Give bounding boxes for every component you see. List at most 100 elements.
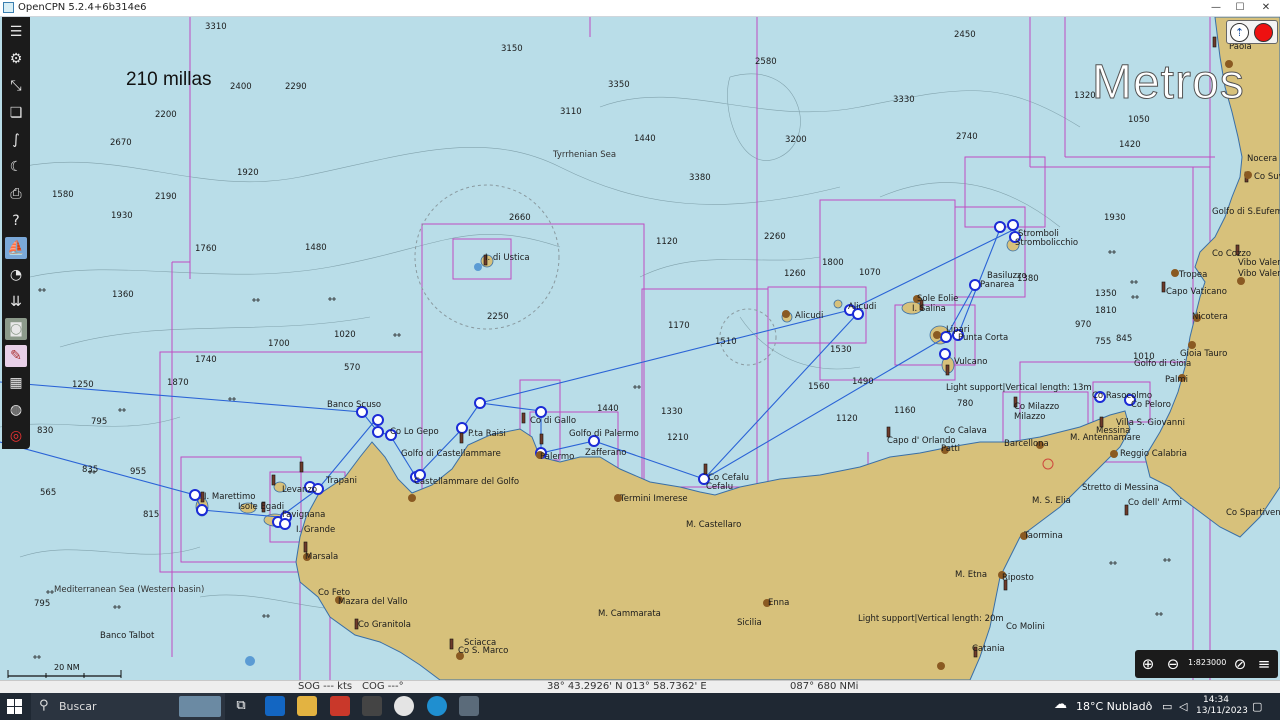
place-label: Co Milazzo [1014, 402, 1060, 412]
depth-label: 1350 [1095, 289, 1117, 299]
moon-tide-icon[interactable]: ☾ [5, 156, 27, 178]
outlook-app-icon[interactable] [265, 696, 285, 716]
place-label: Light support|Vertical length: 13m [946, 383, 1092, 393]
depth-label: 1260 [784, 269, 806, 279]
maximize-button[interactable]: ☐ [1228, 0, 1252, 16]
depth-label: 1490 [852, 377, 874, 387]
depth-label: 1360 [112, 290, 134, 300]
place-label: Co Molini [1006, 622, 1045, 632]
place-label: Alicudi [848, 302, 877, 312]
depth-label: 1120 [656, 237, 678, 247]
sea-label: Tyrrhenian Sea [553, 150, 617, 160]
place-label: Gioia Tauro [1180, 349, 1228, 359]
photos-app-icon[interactable] [362, 696, 382, 716]
depth-label: 2260 [764, 232, 786, 242]
window-titlebar: OpenCPN 5.2.4+6b314e6 — ☐ ✕ [0, 0, 1280, 17]
clock-date: 13/11/2023 [1196, 706, 1248, 716]
place-label: Cefalu [706, 482, 734, 492]
create-route-icon[interactable]: ⤡ [5, 75, 27, 97]
network-icon[interactable]: ▭ [1162, 700, 1172, 713]
depth-label: 3380 [689, 173, 711, 183]
place-label: Patti [941, 444, 960, 454]
windows-start-icon[interactable] [7, 699, 22, 714]
close-button[interactable]: ✕ [1254, 0, 1278, 16]
clock-time: 14:34 [1203, 695, 1229, 705]
opencpn-app-icon [3, 2, 14, 13]
depth-label: 3150 [501, 44, 523, 54]
place-label: Tropea [1179, 270, 1208, 280]
ais-target-icon[interactable]: ▦ [5, 372, 27, 394]
place-label: Alicudi [795, 311, 824, 321]
place-label: Co Suvero [1254, 172, 1280, 182]
chart-type-icon[interactable]: ⊘ [1229, 653, 1251, 675]
volume-icon[interactable]: ◁ [1179, 700, 1187, 713]
chart-plugin-icon[interactable]: ⛵ [5, 237, 27, 259]
depth-label: 1380 [1017, 274, 1039, 284]
depth-label: 2190 [155, 192, 177, 202]
depth-label: 970 [1075, 320, 1092, 330]
chart-canvas[interactable]: Tyrrhenian Sea Mediterranean Sea (Wester… [0, 17, 1280, 680]
place-label: Co Spartivento [1226, 508, 1280, 518]
task-view-icon[interactable]: ⧉ [231, 696, 251, 716]
minimize-button[interactable]: — [1204, 0, 1228, 16]
place-label: M. Cammarata [598, 609, 661, 619]
place-label: I. di Ustica [485, 253, 530, 263]
place-label: Enna [768, 598, 790, 608]
print-icon[interactable]: ⎙ [5, 183, 27, 205]
zoom-out-icon[interactable]: ⊖ [1162, 653, 1184, 675]
depth-label: 1930 [1104, 213, 1126, 223]
place-label: Riposto [1002, 573, 1034, 583]
taskbar-clock[interactable]: 14:34 13/11/2023 [1196, 695, 1248, 717]
depth-label: 3110 [560, 107, 582, 117]
depth-label: 1250 [72, 380, 94, 390]
taskbar-search[interactable]: ⚲ Buscar [31, 693, 225, 720]
depth-label: 795 [91, 417, 108, 427]
place-label: Sole Eolie [917, 294, 959, 304]
depth-label: 1010 [1133, 352, 1155, 362]
north-up-icon[interactable]: ⇡ [1230, 23, 1249, 42]
tray-chevron-icon[interactable]: ˄ [1146, 700, 1152, 713]
depth-label: 795 [34, 599, 51, 609]
windows-taskbar: ⚲ Buscar ⧉ ☁ 18°C Nublado ˄ ▭ ◁ 14:34 13… [0, 693, 1280, 720]
place-label: Nicotera [1192, 312, 1228, 322]
chrome-app-icon[interactable] [394, 696, 414, 716]
grib-weather-icon[interactable]: ◙ [5, 318, 27, 340]
acrobat-app-icon[interactable] [330, 696, 350, 716]
depth-label: 1870 [167, 378, 189, 388]
depth-label: 1170 [668, 321, 690, 331]
depth-label: 2580 [755, 57, 777, 67]
route-manager-icon[interactable]: ❏ [5, 102, 27, 124]
place-label: Golfo di Castellammare [401, 449, 501, 459]
place-label: I. Salina [912, 304, 946, 314]
globe-icon[interactable]: ◍ [5, 399, 27, 421]
place-label: Favignana [282, 510, 326, 520]
man-overboard-icon[interactable]: ◎ [5, 425, 27, 447]
chart-downloader-icon[interactable]: ⇊ [5, 291, 27, 313]
track-icon[interactable]: ∫ [5, 129, 27, 151]
depth-label: 1930 [111, 211, 133, 221]
settings-gear-icon[interactable]: ⚙ [5, 48, 27, 70]
tide-current-icon[interactable]: ✎ [5, 345, 27, 367]
depth-label: 1510 [715, 337, 737, 347]
weather-app-icon[interactable] [427, 696, 447, 716]
place-label: Trapani [326, 476, 357, 486]
place-label: M. Etna [955, 570, 988, 580]
depth-label: 1070 [859, 268, 881, 278]
place-label: Castellammare del Golfo [414, 477, 520, 487]
help-icon[interactable]: ? [5, 210, 27, 232]
dashboard-gauge-icon[interactable]: ◔ [5, 264, 27, 286]
place-label: Reggio Calabria [1120, 449, 1187, 459]
place-label: Marsala [305, 552, 339, 562]
gps-status-icon [1254, 23, 1273, 42]
menu-hamburger-icon[interactable]: ☰ [5, 21, 27, 43]
cursor-position: 38° 43.2926' N 013° 58.7362' E [547, 681, 707, 692]
notifications-icon[interactable]: ▢ [1252, 700, 1262, 713]
search-icon: ⚲ [39, 698, 49, 713]
compass-widget[interactable]: ⇡ [1226, 20, 1278, 44]
file-explorer-app-icon[interactable] [297, 696, 317, 716]
depth-label: 2290 [285, 82, 307, 92]
opencpn-taskbar-icon[interactable] [459, 696, 479, 716]
zoom-in-icon[interactable]: ⊕ [1137, 653, 1159, 675]
chart-bar-menu-icon[interactable]: ≡ [1253, 653, 1275, 675]
weather-readout[interactable]: 18°C Nublado [1076, 700, 1152, 713]
